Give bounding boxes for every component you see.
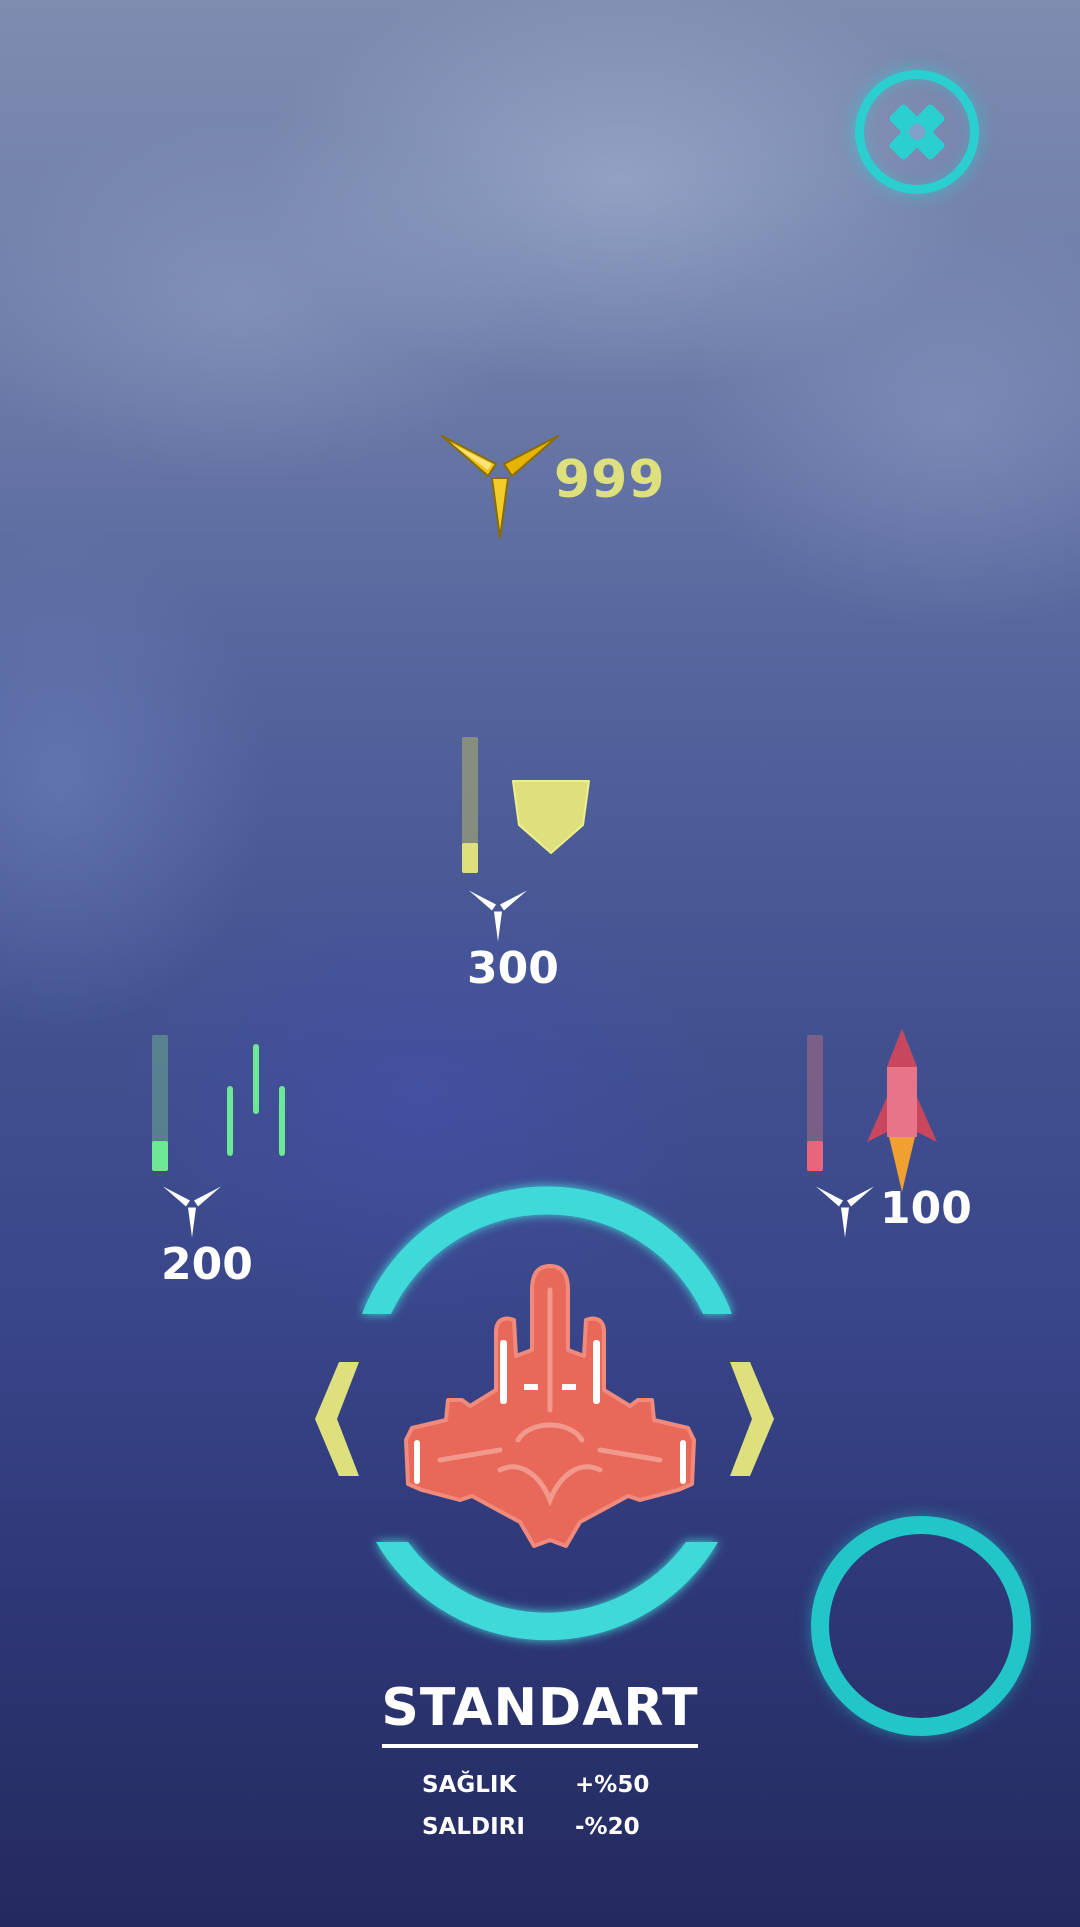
shield-upgrade-bar-fill xyxy=(462,843,478,873)
chevron-left-icon xyxy=(315,1362,359,1476)
shield-price: 300 xyxy=(467,887,615,994)
triple-blade-coin-icon xyxy=(441,435,559,539)
rocket-price: 100 xyxy=(814,1183,972,1239)
shield-price-value: 300 xyxy=(467,943,559,994)
ship-name: STANDART xyxy=(381,1678,699,1738)
triple-blade-coin-icon xyxy=(816,1186,874,1238)
next-ship-button[interactable] xyxy=(728,1362,774,1476)
stat-label: SALDIRI xyxy=(422,1814,525,1840)
stat-row-attack: SALDIRI -%20 xyxy=(422,1814,662,1846)
stat-value: -%20 xyxy=(575,1814,640,1840)
guns-price-value: 200 xyxy=(161,1239,253,1290)
triple-blade-coin-icon xyxy=(469,890,527,942)
ring-button[interactable] xyxy=(811,1516,1031,1736)
rocket-upgrade-bar-fill xyxy=(807,1141,823,1171)
shield-upgrade-bar xyxy=(462,737,478,873)
red-fighter-ship-icon xyxy=(404,1264,696,1548)
guns-upgrade-bar-fill xyxy=(152,1141,168,1171)
guns-upgrade[interactable]: 200 xyxy=(145,1033,305,1290)
shield-upgrade[interactable]: 300 xyxy=(455,735,615,994)
stat-value: +%50 xyxy=(575,1772,650,1798)
ship-selector xyxy=(310,1186,790,1641)
shield-icon xyxy=(512,780,590,854)
ship-name-underline xyxy=(382,1744,698,1748)
triple-blade-coin-icon xyxy=(163,1186,221,1238)
settings-button[interactable] xyxy=(855,70,979,194)
rocket-icon xyxy=(867,1029,937,1192)
currency-amount: 999 xyxy=(554,450,666,510)
gear-icon xyxy=(889,104,945,160)
prev-ship-button[interactable] xyxy=(315,1362,361,1476)
rocket-upgrade[interactable]: 100 xyxy=(800,1027,980,1243)
laser-beams-icon xyxy=(227,1044,285,1156)
currency-display: 999 xyxy=(438,430,665,540)
chevron-right-icon xyxy=(730,1362,774,1476)
rocket-price-value: 100 xyxy=(880,1183,972,1234)
guns-upgrade-bar xyxy=(152,1035,168,1171)
stat-row-health: SAĞLIK +%50 xyxy=(422,1772,662,1804)
guns-price: 200 xyxy=(161,1183,305,1290)
rocket-upgrade-bar xyxy=(807,1035,823,1171)
stat-label: SAĞLIK xyxy=(422,1772,517,1798)
